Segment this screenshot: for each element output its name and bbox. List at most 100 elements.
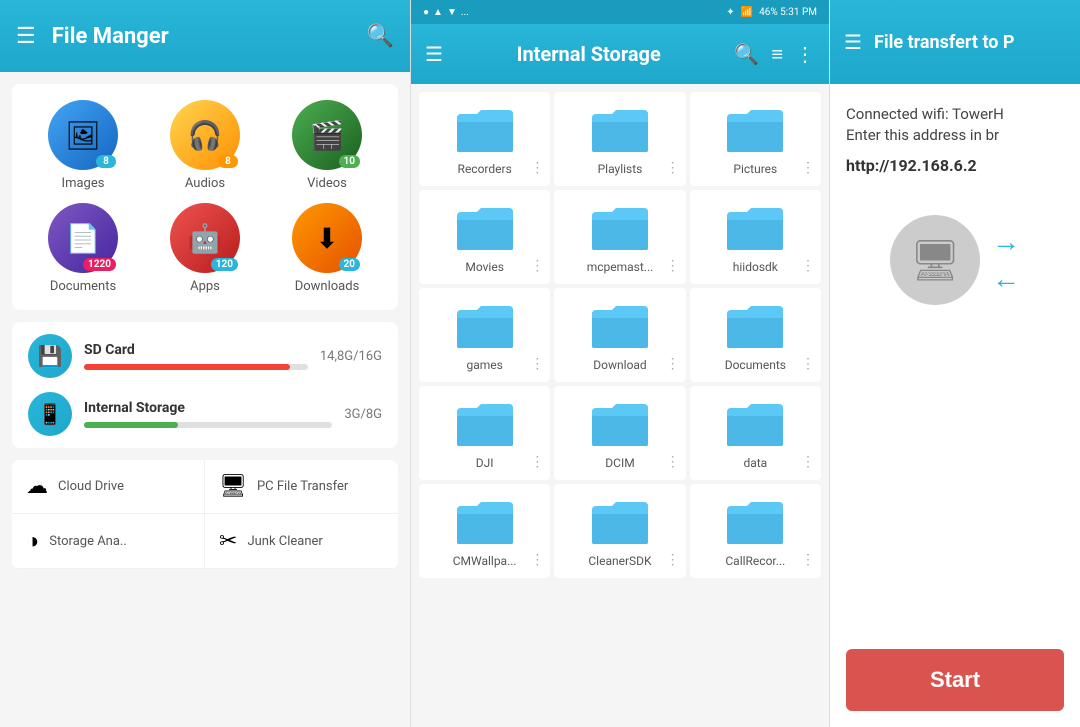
folder-icon — [455, 106, 515, 154]
monitor-icon: 🖥 — [890, 215, 980, 305]
file-item[interactable]: Recorders ⋮ — [419, 92, 550, 186]
internal-fill — [84, 422, 178, 428]
transfer-graphic: 🖥 → ← — [846, 215, 1064, 305]
panel3-header: ☰ File transfert to P — [830, 0, 1080, 84]
folder-menu-icon[interactable]: ⋮ — [666, 160, 680, 176]
folder-icon — [455, 302, 515, 350]
grid-item-apps[interactable]: 🤖 120 Apps — [150, 203, 260, 294]
bottom-menu: ☁ Cloud Drive 🖥 PC File Transfer ◑ Stora… — [12, 460, 398, 569]
arrow-right-icon: → — [992, 225, 1020, 258]
storage-item-internal[interactable]: 📱 Internal Storage 3G/8G — [28, 392, 382, 436]
file-item[interactable]: Pictures ⋮ — [690, 92, 821, 186]
folder-menu-icon[interactable]: ⋮ — [801, 258, 815, 274]
start-button[interactable]: Start — [846, 649, 1064, 711]
file-manager-panel: ☰ File Manger 🔍 🖼 8 Images 🎧 8 Audios 🎬 … — [0, 0, 410, 727]
sd-card-icon: 💾 — [28, 334, 72, 378]
downloads-label: Downloads — [295, 279, 360, 294]
folder-icon — [590, 498, 650, 546]
file-item[interactable]: Download ⋮ — [554, 288, 685, 382]
file-item[interactable]: Documents ⋮ — [690, 288, 821, 382]
folder-menu-icon[interactable]: ⋮ — [530, 454, 544, 470]
folder-menu-icon[interactable]: ⋮ — [666, 356, 680, 372]
file-item[interactable]: data ⋮ — [690, 386, 821, 480]
sd-card-size: 14,8G/16G — [320, 349, 382, 364]
bluetooth-icon: ✦ — [726, 7, 734, 18]
file-item[interactable]: CallRecor... ⋮ — [690, 484, 821, 578]
file-item[interactable]: mcpemast... ⋮ — [554, 190, 685, 284]
menu-item-cloud-drive[interactable]: ☁ Cloud Drive — [12, 460, 205, 514]
connection-url: http://192.168.6.2 — [846, 156, 977, 175]
storage-item-sd-card[interactable]: 💾 SD Card 14,8G/16G — [28, 334, 382, 378]
pc-file-transfer-label: PC File Transfer — [257, 479, 348, 494]
status-right-info: ✦ 📶 46% 5:31 PM — [726, 7, 817, 18]
folder-menu-icon[interactable]: ⋮ — [666, 258, 680, 274]
folder-name: CleanerSDK — [588, 554, 651, 568]
apps-icon: 🤖 120 — [170, 203, 240, 273]
panel2-header: ☰ Internal Storage 🔍 ≡ ⋮ — [411, 24, 829, 84]
apps-badge: 120 — [211, 258, 238, 271]
folder-menu-icon[interactable]: ⋮ — [530, 356, 544, 372]
folder-name: games — [466, 358, 502, 372]
grid-item-images[interactable]: 🖼 8 Images — [28, 100, 138, 191]
file-item[interactable]: DCIM ⋮ — [554, 386, 685, 480]
grid-item-videos[interactable]: 🎬 10 Videos — [272, 100, 382, 191]
file-grid: Recorders ⋮ Playlists ⋮ Pictures ⋮ Movie… — [411, 84, 829, 727]
internal-bar — [84, 422, 332, 428]
audios-label: Audios — [185, 176, 225, 191]
file-item[interactable]: DJI ⋮ — [419, 386, 550, 480]
folder-icon — [725, 302, 785, 350]
images-icon: 🖼 8 — [48, 100, 118, 170]
folder-menu-icon[interactable]: ⋮ — [530, 160, 544, 176]
folder-name: mcpemast... — [587, 260, 654, 274]
panel2-list-icon[interactable]: ≡ — [771, 42, 783, 67]
junk-cleaner-icon: ✂ — [219, 529, 237, 554]
file-item[interactable]: games ⋮ — [419, 288, 550, 382]
folder-name: Recorders — [458, 162, 512, 176]
internal-storage-panel: ● ▲ ▼ ... ✦ 📶 46% 5:31 PM ☰ Internal Sto… — [410, 0, 830, 727]
status-left-icons: ● ▲ ▼ ... — [423, 7, 469, 18]
folder-menu-icon[interactable]: ⋮ — [666, 552, 680, 568]
file-item[interactable]: Playlists ⋮ — [554, 92, 685, 186]
grid-item-documents[interactable]: 📄 1220 Documents — [28, 203, 138, 294]
search-icon[interactable]: 🔍 — [367, 24, 394, 49]
sd-card-info: SD Card — [84, 342, 308, 370]
folder-menu-icon[interactable]: ⋮ — [801, 552, 815, 568]
panel3-title: File transfert to P — [874, 32, 1066, 53]
folder-menu-icon[interactable]: ⋮ — [666, 454, 680, 470]
menu-item-pc-file-transfer[interactable]: 🖥 PC File Transfer — [205, 460, 398, 514]
folder-menu-icon[interactable]: ⋮ — [801, 454, 815, 470]
storage-section: 💾 SD Card 14,8G/16G 📱 Internal Storage 3… — [12, 322, 398, 448]
downloads-badge: 20 — [339, 258, 360, 271]
menu-item-junk-cleaner[interactable]: ✂ Junk Cleaner — [205, 514, 398, 569]
file-item[interactable]: Movies ⋮ — [419, 190, 550, 284]
panel2-search-icon[interactable]: 🔍 — [734, 42, 759, 67]
internal-icon: 📱 — [28, 392, 72, 436]
panel3-hamburger-icon[interactable]: ☰ — [844, 30, 862, 54]
folder-icon — [725, 204, 785, 252]
grid-item-downloads[interactable]: ⬇ 20 Downloads — [272, 203, 382, 294]
connection-text: Connected wifi: TowerH Enter this addres… — [846, 104, 1004, 146]
pc-file-transfer-icon: 🖥 — [219, 474, 247, 499]
folder-name: CMWallpa... — [453, 554, 517, 568]
folder-menu-icon[interactable]: ⋮ — [801, 160, 815, 176]
folder-name: DCIM — [605, 456, 634, 470]
panel1-header: ☰ File Manger 🔍 — [0, 0, 410, 72]
panel2-hamburger-icon[interactable]: ☰ — [425, 42, 443, 66]
file-item[interactable]: hiidosdk ⋮ — [690, 190, 821, 284]
folder-menu-icon[interactable]: ⋮ — [801, 356, 815, 372]
grid-item-audios[interactable]: 🎧 8 Audios — [150, 100, 260, 191]
storage-analyzer-icon: ◑ — [26, 528, 39, 554]
folder-icon — [455, 498, 515, 546]
documents-label: Documents — [50, 279, 116, 294]
storage-analyzer-label: Storage Ana.. — [49, 534, 127, 549]
menu-item-storage-analyzer[interactable]: ◑ Storage Ana.. — [12, 514, 205, 569]
file-item[interactable]: CMWallpa... ⋮ — [419, 484, 550, 578]
panel2-more-icon[interactable]: ⋮ — [795, 42, 815, 67]
hamburger-icon[interactable]: ☰ — [16, 24, 36, 49]
images-label: Images — [62, 176, 105, 191]
media-grid: 🖼 8 Images 🎧 8 Audios 🎬 10 Videos 📄 1220… — [12, 84, 398, 310]
folder-menu-icon[interactable]: ⋮ — [530, 552, 544, 568]
folder-icon — [590, 106, 650, 154]
folder-menu-icon[interactable]: ⋮ — [530, 258, 544, 274]
file-item[interactable]: CleanerSDK ⋮ — [554, 484, 685, 578]
